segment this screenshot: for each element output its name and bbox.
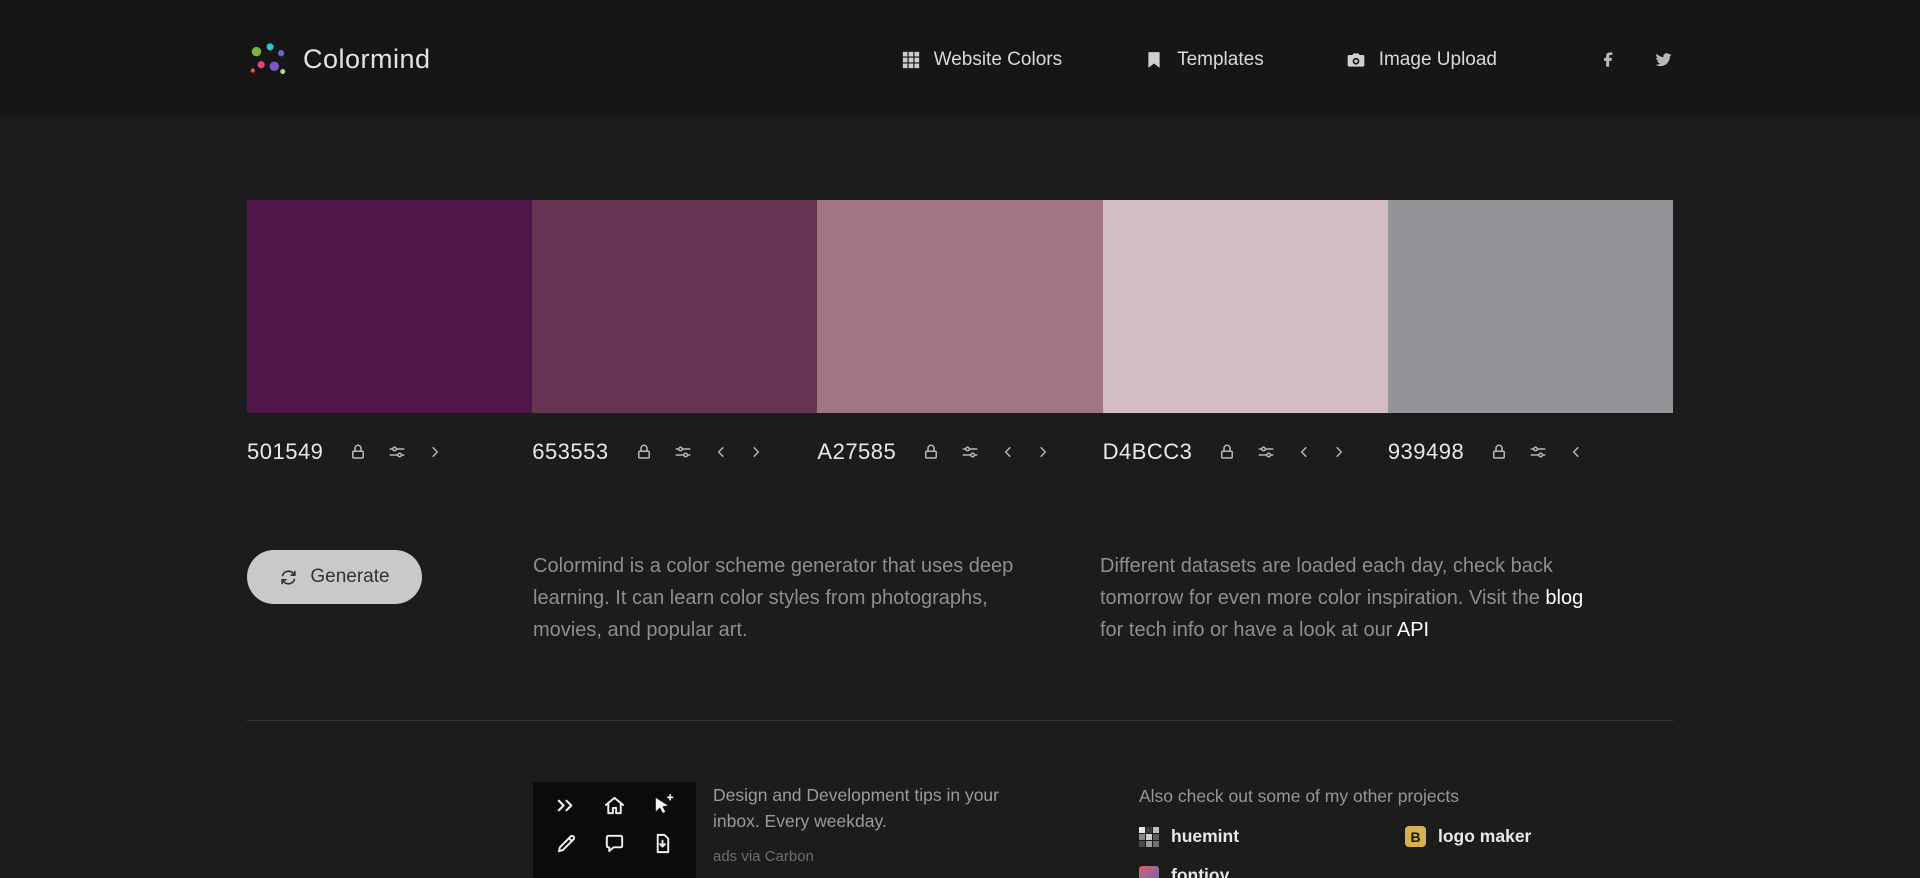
lock-icon[interactable] bbox=[349, 443, 367, 461]
swatch-controls: D4BCC3 bbox=[1103, 413, 1388, 465]
home-icon bbox=[603, 794, 626, 817]
chevron-right-icon[interactable] bbox=[427, 444, 443, 460]
color-swatch[interactable] bbox=[1387, 200, 1674, 413]
palette-column-5: 939498 bbox=[1387, 200, 1674, 465]
color-swatch[interactable] bbox=[817, 200, 1103, 413]
project-label: fontjoy bbox=[1171, 865, 1230, 878]
ad-attribution[interactable]: ads via Carbon bbox=[713, 848, 1015, 865]
sliders-icon[interactable] bbox=[1529, 443, 1547, 461]
lock-icon[interactable] bbox=[1218, 443, 1236, 461]
chevron-right-icon[interactable] bbox=[1331, 444, 1347, 460]
file-icon bbox=[651, 832, 674, 855]
logo-text: Colormind bbox=[303, 44, 431, 74]
about-text: Colormind is a color scheme generator th… bbox=[533, 555, 1014, 641]
divider bbox=[247, 720, 1673, 721]
project-huemint[interactable]: huemint bbox=[1139, 826, 1405, 847]
footer-spacer bbox=[247, 782, 533, 878]
grid-icon bbox=[901, 50, 921, 70]
chevron-right-icon[interactable] bbox=[1035, 444, 1051, 460]
main-nav: Website Colors Templates Image Upload bbox=[901, 49, 1497, 71]
lock-icon[interactable] bbox=[922, 443, 940, 461]
pen-icon bbox=[555, 832, 578, 855]
actions-row: Generate Colormind is a color scheme gen… bbox=[247, 550, 1673, 646]
project-logo-maker[interactable]: B logo maker bbox=[1405, 826, 1531, 847]
color-swatch[interactable] bbox=[247, 200, 533, 413]
sliders-icon[interactable] bbox=[674, 443, 692, 461]
palette-column-2: 653553 bbox=[532, 200, 818, 465]
api-link[interactable]: API bbox=[1397, 619, 1429, 641]
color-swatch[interactable] bbox=[532, 200, 818, 413]
projects-grid: huemint B logo maker fontjoy bbox=[1139, 826, 1531, 878]
nav-website-colors[interactable]: Website Colors bbox=[901, 49, 1062, 71]
colormind-logo[interactable]: Colormind bbox=[247, 39, 431, 81]
lock-icon[interactable] bbox=[1490, 443, 1508, 461]
project-label: huemint bbox=[1171, 826, 1240, 846]
nav-image-upload[interactable]: Image Upload bbox=[1346, 49, 1497, 71]
sliders-icon[interactable] bbox=[1257, 443, 1275, 461]
swatch-controls: A27585 bbox=[817, 413, 1102, 465]
datasets-text: Different datasets are loaded each day, … bbox=[1100, 550, 1592, 646]
bookmark-icon bbox=[1144, 50, 1164, 70]
project-label: logo maker bbox=[1438, 826, 1532, 846]
swatch-controls: 939498 bbox=[1388, 413, 1673, 465]
refresh-icon bbox=[279, 568, 298, 587]
swatch-controls: 653553 bbox=[532, 413, 817, 465]
hex-code[interactable]: A27585 bbox=[817, 439, 896, 465]
camera-icon bbox=[1346, 50, 1366, 70]
header: Colormind Website Colors Templates Image… bbox=[0, 0, 1920, 119]
hex-code[interactable]: 939498 bbox=[1388, 439, 1464, 465]
swatch-controls: 501549 bbox=[247, 413, 532, 465]
header-inner: Colormind Website Colors Templates Image… bbox=[247, 39, 1673, 81]
hex-code[interactable]: 501549 bbox=[247, 439, 323, 465]
facebook-icon[interactable] bbox=[1599, 50, 1618, 69]
chevron-right-icon[interactable] bbox=[748, 444, 764, 460]
blog-link[interactable]: blog bbox=[1545, 587, 1583, 609]
ad-headline[interactable]: Design and Development tips in your inbo… bbox=[713, 782, 1005, 834]
cursor-icon bbox=[651, 794, 674, 817]
chevron-left-icon[interactable] bbox=[1568, 444, 1584, 460]
huemint-logo-icon bbox=[1139, 826, 1159, 847]
generate-cell: Generate bbox=[247, 550, 533, 646]
footer: Design and Development tips in your inbo… bbox=[247, 782, 1673, 878]
palette-column-3: A27585 bbox=[817, 200, 1103, 465]
datasets-text-part1: Different datasets are loaded each day, … bbox=[1100, 555, 1553, 609]
chevron-left-icon[interactable] bbox=[1000, 444, 1016, 460]
carbon-ad-copy: Design and Development tips in your inbo… bbox=[713, 782, 1015, 878]
fontjoy-logo-icon bbox=[1139, 865, 1159, 878]
logo-maker-icon: B bbox=[1405, 826, 1426, 847]
lock-icon[interactable] bbox=[635, 443, 653, 461]
nav-label: Image Upload bbox=[1378, 48, 1497, 70]
palette-column-4: D4BCC3 bbox=[1102, 200, 1388, 465]
projects-title: Also check out some of my other projects bbox=[1139, 786, 1459, 806]
color-palette: 501549 653553 A27585 D4BCC3 939498 bbox=[247, 200, 1674, 465]
sliders-icon[interactable] bbox=[388, 443, 406, 461]
datasets-text-part2: for tech info or have a look at our bbox=[1100, 619, 1397, 641]
social-links bbox=[1599, 50, 1673, 69]
carbon-ad-image[interactable] bbox=[533, 782, 696, 878]
sliders-icon[interactable] bbox=[961, 443, 979, 461]
colormind-dots-icon bbox=[250, 42, 286, 74]
twitter-icon[interactable] bbox=[1654, 50, 1673, 69]
hex-code[interactable]: D4BCC3 bbox=[1103, 439, 1193, 465]
nav-label: Website Colors bbox=[933, 48, 1063, 70]
generate-label: Generate bbox=[310, 566, 390, 587]
project-fontjoy[interactable]: fontjoy bbox=[1139, 865, 1405, 878]
chat-icon bbox=[603, 832, 626, 855]
chevron-left-icon[interactable] bbox=[713, 444, 729, 460]
color-swatch[interactable] bbox=[1102, 200, 1388, 413]
other-projects: Also check out some of my other projects… bbox=[1139, 782, 1531, 878]
nav-label: Templates bbox=[1177, 48, 1264, 70]
palette-column-1: 501549 bbox=[247, 200, 533, 465]
hex-code[interactable]: 653553 bbox=[532, 439, 608, 465]
chevron-left-icon[interactable] bbox=[1296, 444, 1312, 460]
code-icon bbox=[555, 794, 578, 817]
generate-button[interactable]: Generate bbox=[247, 550, 422, 604]
nav-templates[interactable]: Templates bbox=[1144, 49, 1264, 71]
